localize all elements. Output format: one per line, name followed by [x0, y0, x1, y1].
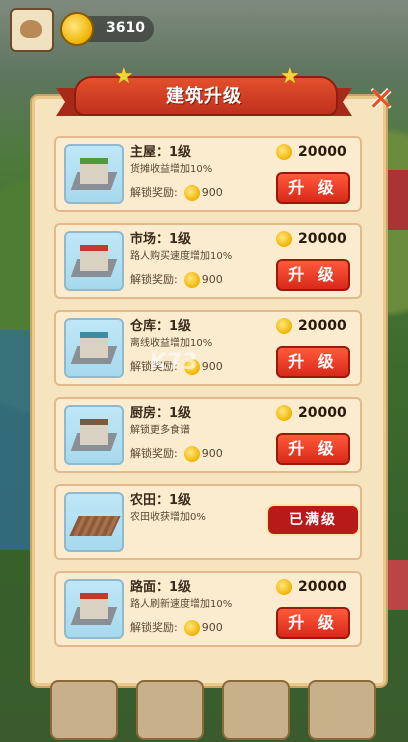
building-card-main-house: 主屋：1级 货摊收益增加10% 解锁奖励: 900 20000 升 级	[54, 136, 362, 212]
coin-counter: 3610	[60, 12, 154, 46]
unlock-reward: 解锁奖励: 900	[130, 620, 223, 636]
kitchen-icon	[64, 405, 124, 465]
build-button[interactable]	[136, 680, 204, 740]
upgrade-cost: 20000	[276, 579, 347, 595]
coin-icon	[276, 318, 292, 334]
upgrade-button[interactable]: 升 级	[276, 259, 350, 291]
unlock-reward: 解锁奖励: 900	[130, 185, 223, 201]
upgrade-button[interactable]: 升 级	[276, 172, 350, 204]
upgrade-cost: 20000	[276, 405, 347, 421]
coin-icon	[60, 12, 94, 46]
building-card-market: 市场：1级 路人购买速度增加10% 解锁奖励: 900 20000 升 级	[54, 223, 362, 299]
building-desc: 农田收获增加0%	[130, 512, 206, 523]
unlock-reward: 解锁奖励: 900	[130, 272, 223, 288]
task-button[interactable]	[222, 680, 290, 740]
building-name: 主屋：1级	[130, 145, 192, 160]
building-desc: 路人刷新速度增加10%	[130, 599, 233, 610]
close-button[interactable]: ✕	[366, 83, 396, 115]
bottom-toolbar	[40, 680, 408, 742]
road-icon	[64, 579, 124, 639]
upgrade-button[interactable]: 升 级	[276, 346, 350, 378]
building-desc: 离线收益增加10%	[130, 338, 213, 349]
main-house-icon	[64, 144, 124, 204]
coin-icon	[183, 272, 200, 288]
upgrade-button[interactable]: 升 级	[276, 607, 350, 639]
coin-icon	[183, 446, 200, 462]
coin-icon	[183, 620, 200, 636]
building-card-road: 路面：1级 路人刷新速度增加10% 解锁奖励: 900 20000 升 级	[54, 571, 362, 647]
building-desc: 路人购买速度增加10%	[130, 251, 233, 262]
building-desc: 货摊收益增加10%	[130, 164, 213, 175]
building-name: 农田：1级	[130, 493, 192, 508]
watermark: K73	[150, 350, 198, 375]
building-name: 厨房：1级	[130, 406, 192, 421]
building-card-kitchen: 厨房：1级 解锁更多食谱 解锁奖励: 900 20000 升 级	[54, 397, 362, 473]
coin-icon	[276, 144, 292, 160]
building-name: 仓库：1级	[130, 319, 192, 334]
shop-button[interactable]	[308, 680, 376, 740]
star-icon: ★	[114, 64, 134, 89]
upgrade-cost: 20000	[276, 318, 347, 334]
building-desc: 解锁更多食谱	[130, 425, 190, 436]
star-icon: ★	[280, 64, 300, 89]
building-name: 市场：1级	[130, 232, 192, 247]
coin-icon	[276, 579, 292, 595]
upgrade-cost: 20000	[276, 231, 347, 247]
farmland-icon	[64, 492, 124, 552]
unlock-reward: 解锁奖励: 900	[130, 446, 223, 462]
coin-icon	[276, 231, 292, 247]
warehouse-icon	[64, 318, 124, 378]
market-icon	[64, 231, 124, 291]
tool-button[interactable]	[50, 680, 118, 740]
max-level-badge: 已满级	[266, 504, 360, 536]
upgrade-cost: 20000	[276, 144, 347, 160]
upgrade-button[interactable]: 升 级	[276, 433, 350, 465]
building-name: 路面：1级	[130, 580, 192, 595]
coin-icon	[183, 185, 200, 201]
player-avatar[interactable]	[10, 8, 54, 52]
building-card-farmland: 农田：1级 农田收获增加0% 已满级	[54, 484, 362, 560]
coin-amount: 3610	[106, 20, 145, 36]
coin-icon	[276, 405, 292, 421]
